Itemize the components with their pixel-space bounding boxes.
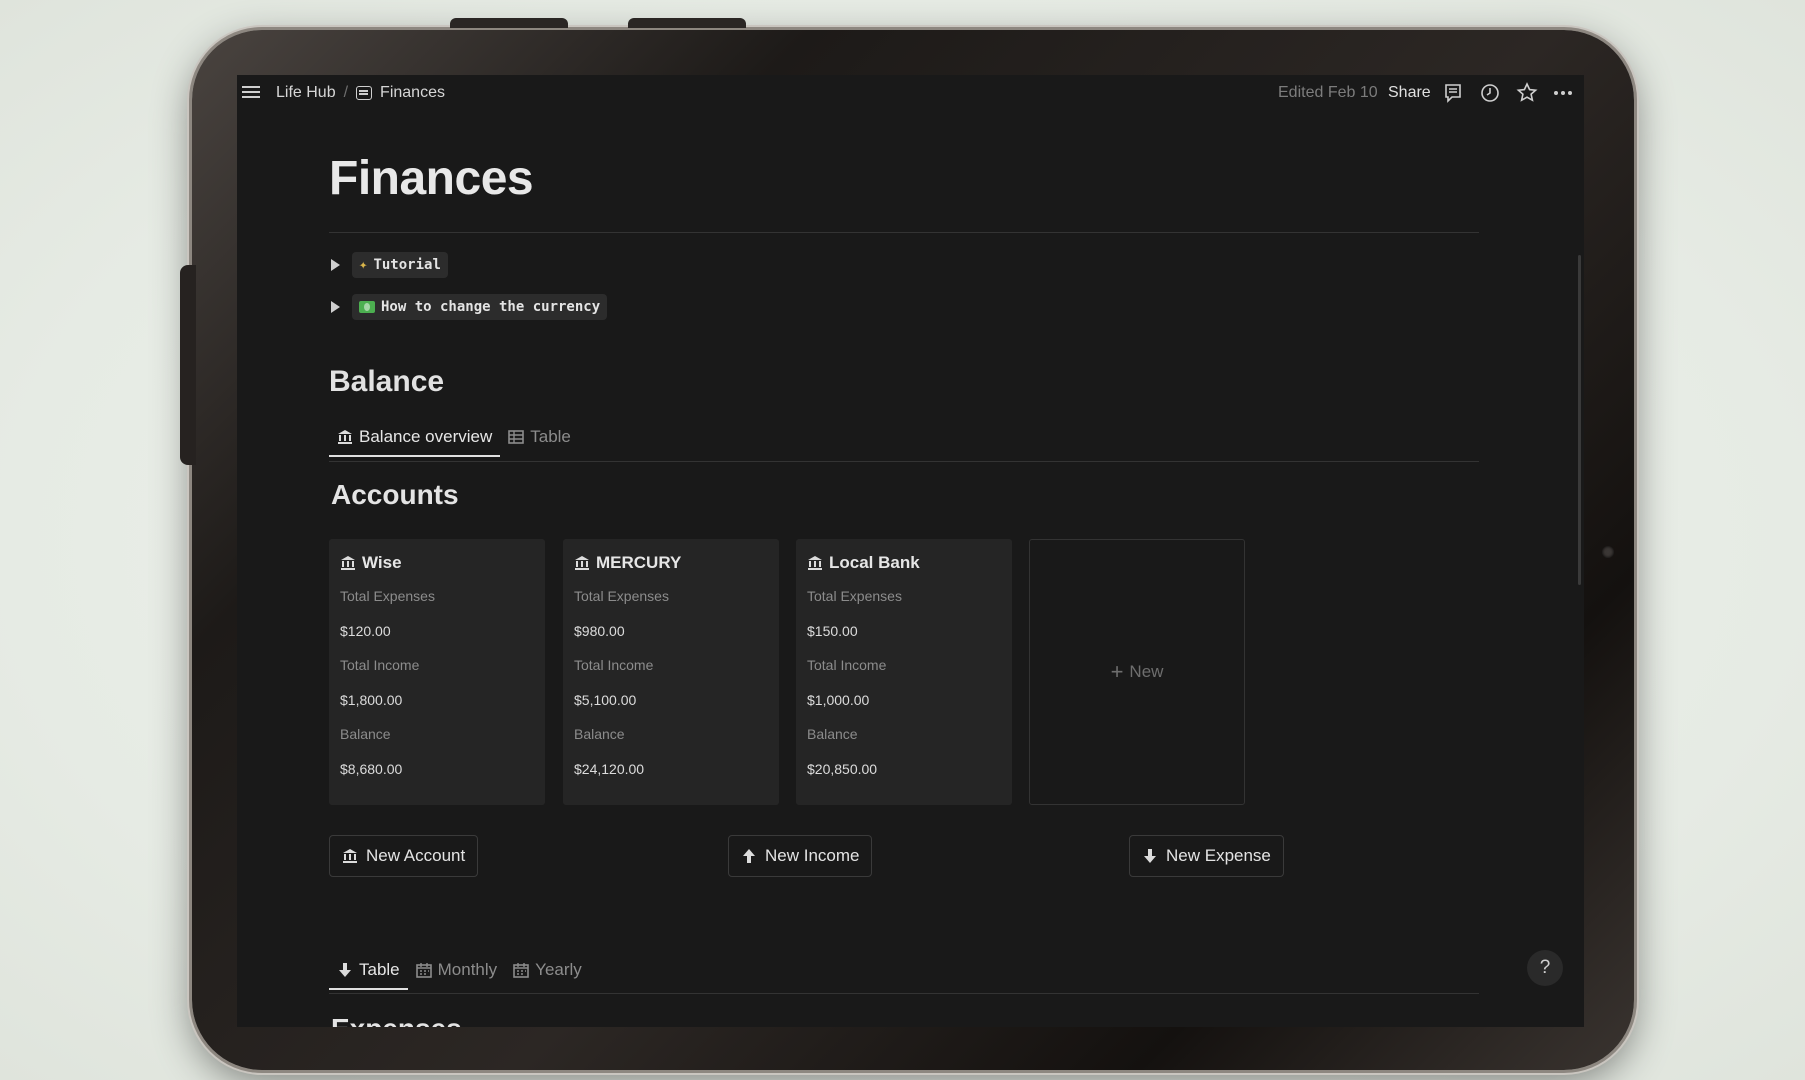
account-name: MERCURY	[574, 553, 768, 573]
total-income-label: Total Income	[807, 657, 887, 673]
comment-icon[interactable]	[1440, 81, 1466, 105]
menu-icon[interactable]	[241, 83, 261, 103]
page-title: Finances	[329, 152, 534, 205]
edited-timestamp: Edited Feb 10	[1278, 84, 1378, 101]
new-card-label: New	[1129, 662, 1164, 681]
toggle-chip: ✦ Tutorial	[352, 252, 448, 278]
total-expenses-label: Total Expenses	[340, 588, 435, 604]
balance-label: Balance	[574, 726, 625, 742]
arrow-down-icon	[339, 963, 351, 977]
balance-view-tabs: Balance overview Table	[329, 421, 579, 457]
balance-value: $8,680.00	[340, 761, 403, 777]
more-options-icon[interactable]	[1550, 81, 1576, 105]
magic-wand-icon: ✦	[359, 257, 368, 273]
device-camera	[1602, 546, 1614, 558]
star-icon[interactable]	[1514, 81, 1540, 105]
tab-expenses-table[interactable]: Table	[329, 954, 408, 990]
page-card-icon	[356, 86, 373, 100]
balance-label: Balance	[340, 726, 391, 742]
account-card[interactable]: MERCURY Total Expenses $980.00 Total Inc…	[563, 539, 779, 805]
divider	[329, 461, 1479, 462]
calendar-icon	[415, 963, 432, 978]
breadcrumb-separator: /	[343, 84, 349, 101]
account-name-text: Wise	[362, 553, 402, 572]
account-name: Wise	[340, 553, 534, 573]
calendar-icon	[513, 963, 529, 978]
total-income-label: Total Income	[574, 657, 654, 673]
balance-value: $24,120.00	[574, 761, 645, 777]
tab-balance-overview[interactable]: Balance overview	[329, 421, 501, 457]
expenses-view-tabs: Table Monthly Yearly	[329, 954, 590, 990]
balance-label: Balance	[807, 726, 858, 742]
button-label: New Account	[366, 846, 466, 865]
account-name: Local Bank	[807, 553, 1001, 573]
bank-icon	[338, 430, 352, 444]
breadcrumb: Life Hub / Finances	[276, 84, 445, 102]
money-icon	[359, 301, 375, 313]
app-screen: Life Hub / Finances Edited Feb 10 Share …	[237, 75, 1584, 1027]
total-income-value: $1,000.00	[807, 692, 870, 708]
toggle-tutorial[interactable]: ✦ Tutorial	[331, 252, 448, 278]
share-button[interactable]: Share	[1388, 84, 1431, 102]
toggle-label: How to change the currency	[381, 299, 601, 315]
device-button	[628, 18, 746, 28]
tab-monthly[interactable]: Monthly	[408, 954, 506, 990]
bank-icon	[575, 556, 589, 570]
device-button	[450, 18, 568, 28]
scrollbar[interactable]	[1578, 255, 1581, 585]
clock-icon[interactable]	[1477, 81, 1503, 105]
tab-yearly[interactable]: Yearly	[505, 954, 590, 990]
arrow-down-icon	[1144, 849, 1156, 863]
breadcrumb-workspace[interactable]: Life Hub	[276, 84, 336, 102]
balance-value: $20,850.00	[807, 761, 878, 777]
new-account-button[interactable]: New Account	[329, 835, 479, 877]
divider	[329, 993, 1479, 994]
device-side-button	[180, 265, 196, 465]
total-expenses-label: Total Expenses	[807, 588, 902, 604]
toggle-label: Tutorial	[373, 257, 441, 273]
new-expense-button[interactable]: New Expense	[1129, 835, 1284, 877]
account-card[interactable]: Wise Total Expenses $120.00 Total Income…	[329, 539, 545, 805]
new-income-button[interactable]: New Income	[728, 835, 873, 877]
bank-icon	[341, 556, 355, 570]
plus-icon: +	[1110, 659, 1124, 684]
account-card[interactable]: Local Bank Total Expenses $150.00 Total …	[796, 539, 1012, 805]
bank-icon	[808, 556, 822, 570]
bank-icon	[343, 849, 357, 863]
total-income-value: $1,800.00	[340, 692, 403, 708]
tab-table[interactable]: Table	[500, 421, 579, 457]
toggle-chip: How to change the currency	[352, 294, 608, 320]
account-name-text: MERCURY	[596, 553, 682, 572]
breadcrumb-page[interactable]: Finances	[380, 84, 445, 102]
toggle-arrow-icon[interactable]	[331, 301, 340, 313]
total-income-value: $5,100.00	[574, 692, 637, 708]
button-label: New Income	[765, 846, 860, 865]
top-bar: Life Hub / Finances Edited Feb 10 Share	[237, 75, 1584, 113]
table-icon	[508, 430, 525, 444]
tab-label: Balance overview	[359, 427, 493, 446]
balance-heading: Balance	[329, 365, 445, 398]
toggle-currency[interactable]: How to change the currency	[331, 294, 608, 320]
total-expenses-label: Total Expenses	[574, 588, 669, 604]
account-name-text: Local Bank	[829, 553, 920, 572]
tab-label: Yearly	[535, 960, 582, 979]
button-label: New Expense	[1166, 846, 1271, 865]
tab-label: Table	[359, 960, 400, 979]
help-button[interactable]: ?	[1527, 950, 1563, 986]
total-expenses-value: $120.00	[340, 623, 391, 639]
toggle-arrow-icon[interactable]	[331, 259, 340, 271]
arrow-up-icon	[743, 849, 755, 863]
total-expenses-value: $150.00	[807, 623, 858, 639]
accounts-heading: Accounts	[331, 479, 459, 510]
total-expenses-value: $980.00	[574, 623, 625, 639]
tab-label: Monthly	[437, 960, 498, 979]
total-income-label: Total Income	[340, 657, 420, 673]
expenses-heading: Expenses	[331, 1013, 462, 1027]
divider	[329, 232, 1479, 233]
new-account-card[interactable]: + New	[1029, 539, 1245, 805]
tab-label: Table	[530, 427, 571, 446]
